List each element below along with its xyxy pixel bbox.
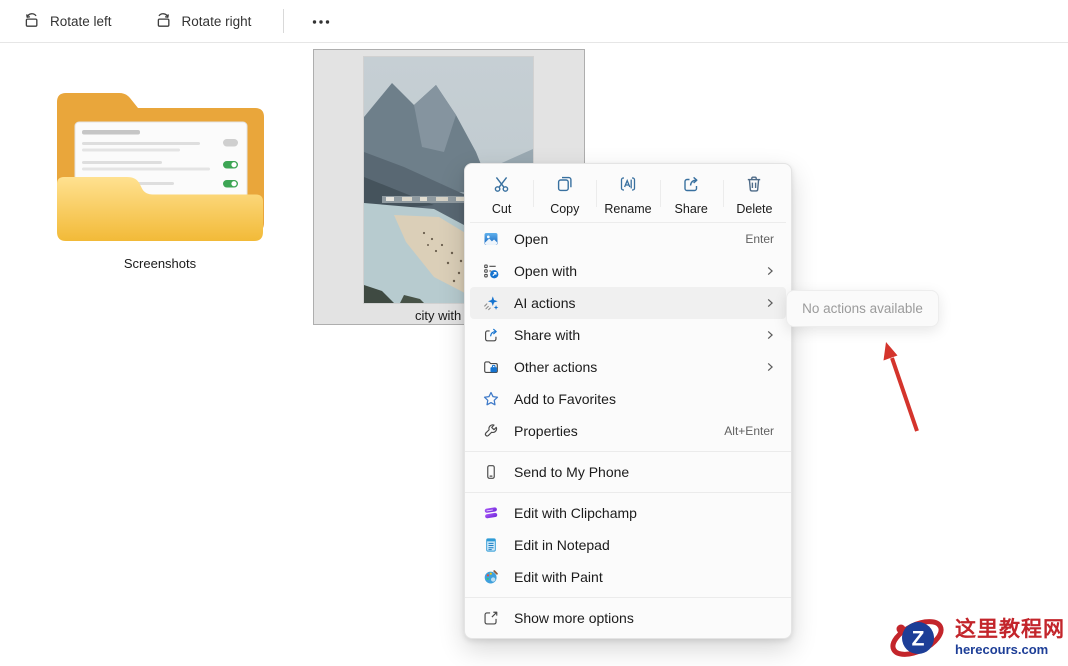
delete-label: Delete — [736, 202, 772, 216]
star-icon — [481, 389, 501, 409]
share-button[interactable]: Share — [660, 168, 723, 221]
copy-icon — [555, 174, 575, 199]
menu-item-ai-actions-label: AI actions — [514, 295, 575, 311]
submenu-chevron-icon — [764, 265, 778, 277]
menu-item-edit-with-clipchamp-label: Edit with Clipchamp — [514, 505, 637, 521]
menu-item-send-to-my-phone[interactable]: Send to My Phone — [470, 456, 786, 488]
menu-item-properties-label: Properties — [514, 423, 578, 439]
file-explorer-window: Rotate left Rotate right — [0, 0, 1068, 666]
clipchamp-icon — [481, 503, 501, 523]
menu-item-other-actions[interactable]: Other actions — [470, 351, 786, 383]
menu-item-properties[interactable]: Properties Alt+Enter — [470, 415, 786, 447]
menu-item-other-actions-label: Other actions — [514, 359, 597, 375]
menu-item-show-more-options[interactable]: Show more options — [470, 602, 786, 634]
menu-item-edit-in-notepad[interactable]: Edit in Notepad — [470, 529, 786, 561]
paint-icon — [481, 567, 501, 587]
menu-item-ai-actions[interactable]: AI actions — [470, 287, 786, 319]
watermark-site-name: 这里教程网 — [955, 619, 1065, 641]
submenu-chevron-icon — [764, 329, 778, 341]
flyout-text: No actions available — [802, 301, 923, 316]
menu-item-open-label: Open — [514, 231, 548, 247]
menu-separator — [465, 492, 791, 493]
rotate-right-label: Rotate right — [182, 14, 252, 29]
open-with-icon — [481, 261, 501, 281]
rotate-right-button[interactable]: Rotate right — [144, 4, 262, 38]
phone-icon — [481, 462, 501, 482]
cut-icon — [492, 174, 512, 199]
watermark-logo-icon: Z — [888, 612, 950, 664]
quick-actions-row: Cut Copy — [470, 168, 786, 223]
cut-button[interactable]: Cut — [470, 168, 533, 221]
rename-label: Rename — [604, 202, 651, 216]
menu-item-share-with-label: Share with — [514, 327, 580, 343]
menu-item-add-to-favorites-label: Add to Favorites — [514, 391, 616, 407]
ellipsis-icon — [312, 12, 330, 30]
menu-item-edit-with-paint[interactable]: Edit with Paint — [470, 561, 786, 593]
menu-item-open[interactable]: Open Enter — [470, 223, 786, 255]
ai-actions-flyout: No actions available — [786, 290, 939, 327]
menu-item-open-with-label: Open with — [514, 263, 577, 279]
folder-label: Screenshots — [36, 256, 284, 271]
rotate-left-label: Rotate left — [50, 14, 112, 29]
toolbar-divider — [283, 9, 284, 33]
submenu-chevron-icon — [764, 361, 778, 373]
cut-label: Cut — [492, 202, 511, 216]
share-icon — [681, 174, 701, 199]
menu-separator — [465, 451, 791, 452]
menu-item-add-to-favorites[interactable]: Add to Favorites — [470, 383, 786, 415]
watermark-site-url: herecours.com — [955, 643, 1048, 657]
notepad-icon — [481, 535, 501, 555]
share-label: Share — [675, 202, 708, 216]
menu-item-open-with[interactable]: Open with — [470, 255, 786, 287]
menu-item-show-more-options-label: Show more options — [514, 610, 634, 626]
menu-item-edit-in-notepad-label: Edit in Notepad — [514, 537, 610, 553]
folder-tile-screenshots[interactable]: Screenshots — [36, 60, 284, 271]
menu-item-properties-shortcut: Alt+Enter — [724, 424, 778, 438]
watermark: Z 这里教程网 herecours.com — [888, 612, 1065, 664]
image-file-icon — [481, 229, 501, 249]
wrench-icon — [481, 421, 501, 441]
rotate-right-icon — [154, 10, 173, 32]
toolbar: Rotate left Rotate right — [0, 0, 1068, 43]
copy-button[interactable]: Copy — [533, 168, 596, 221]
folder-icon — [47, 60, 273, 242]
menu-item-share-with[interactable]: Share with — [470, 319, 786, 351]
see-more-button[interactable] — [300, 4, 342, 38]
menu-item-edit-with-paint-label: Edit with Paint — [514, 569, 603, 585]
menu-item-send-to-my-phone-label: Send to My Phone — [514, 464, 629, 480]
menu-item-open-shortcut: Enter — [745, 232, 778, 246]
watermark-logo-letter: Z — [912, 628, 925, 651]
delete-button[interactable]: Delete — [723, 168, 786, 221]
rotate-left-button[interactable]: Rotate left — [12, 4, 122, 38]
share-with-icon — [481, 325, 501, 345]
context-menu: Cut Copy — [464, 163, 792, 639]
menu-separator — [465, 597, 791, 598]
rename-icon — [618, 174, 638, 199]
show-more-icon — [481, 608, 501, 628]
rename-button[interactable]: Rename — [596, 168, 659, 221]
rotate-left-icon — [22, 10, 41, 32]
submenu-chevron-icon — [764, 297, 778, 309]
menu-item-edit-with-clipchamp[interactable]: Edit with Clipchamp — [470, 497, 786, 529]
delete-icon — [744, 174, 764, 199]
copy-label: Copy — [550, 202, 579, 216]
other-actions-icon — [481, 357, 501, 377]
ai-sparkle-icon — [481, 293, 501, 313]
